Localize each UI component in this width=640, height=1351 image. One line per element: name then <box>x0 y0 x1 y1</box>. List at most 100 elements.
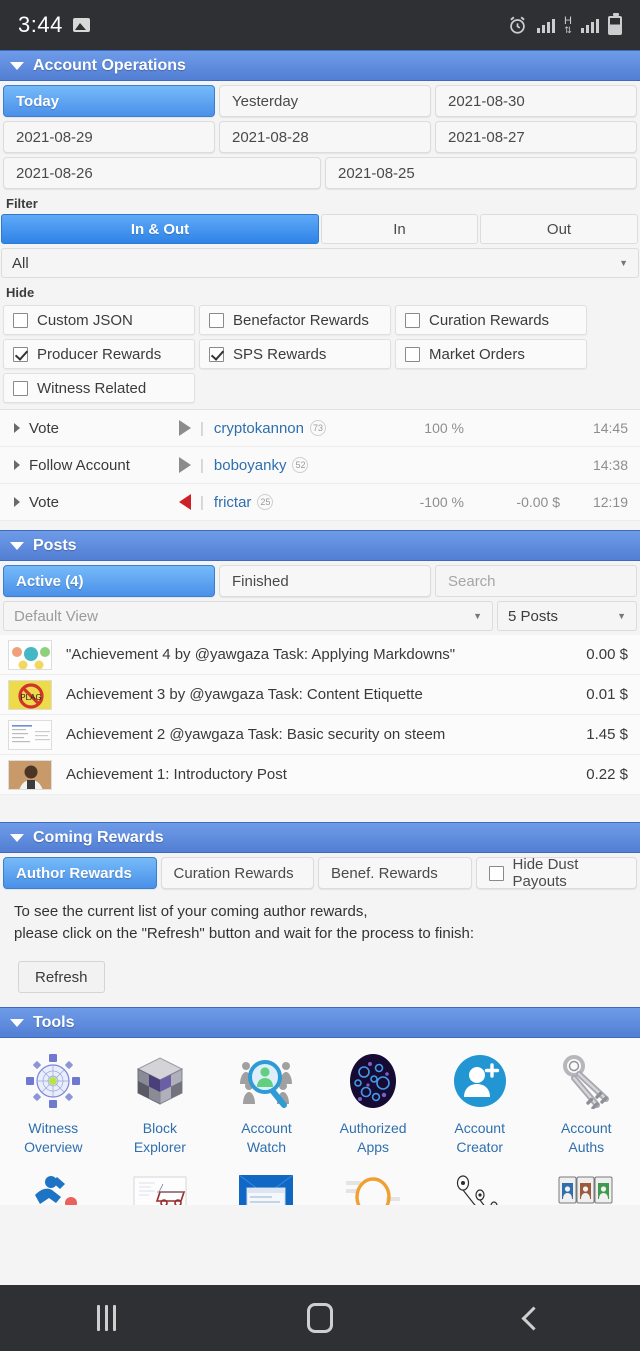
tab-author-rewards[interactable]: Author Rewards <box>3 857 157 889</box>
tools-grid: Witness Overview Block Explorer Account … <box>0 1038 640 1161</box>
table-row[interactable]: Follow Account | boboyanky 52 14:38 <box>0 447 640 484</box>
recents-icon <box>97 1305 117 1331</box>
checkbox-icon[interactable] <box>13 380 28 396</box>
posts-header[interactable]: Posts <box>0 530 640 561</box>
filter-in-and-out[interactable]: In & Out <box>1 214 319 244</box>
operations-list: Vote | cryptokannon 73 100 % 14:45 Follo… <box>0 409 640 521</box>
date-tabs-row-2: 2021-08-29 2021-08-28 2021-08-27 <box>0 117 640 153</box>
tab-curation-rewards[interactable]: Curation Rewards <box>160 857 315 889</box>
list-item[interactable]: Achievement 1: Introductory Post 0.22 $ <box>0 755 640 795</box>
tools-grid-row-2 <box>0 1161 640 1205</box>
table-row[interactable]: Vote | cryptokannon 73 100 % 14:45 <box>0 410 640 447</box>
chevron-down-icon <box>10 61 24 70</box>
filter-type-value: All <box>12 254 29 272</box>
filter-type-select[interactable]: All ▼ <box>1 248 639 278</box>
tool-cards[interactable] <box>533 1161 640 1205</box>
tool-witness-overview[interactable]: Witness Overview <box>0 1050 107 1157</box>
search-input[interactable]: Search <box>435 565 637 597</box>
home-button[interactable] <box>213 1303 426 1333</box>
hide-option-custom-json[interactable]: Custom JSON <box>3 305 195 335</box>
hide-option-curation-rewards[interactable]: Curation Rewards <box>395 305 587 335</box>
post-count-select[interactable]: 5 Posts ▼ <box>497 601 637 631</box>
document-thumb <box>8 719 52 750</box>
tool-label: Account Watch <box>241 1120 292 1155</box>
account-link[interactable]: boboyanky <box>214 457 287 474</box>
chevron-down-icon <box>10 1018 24 1027</box>
date-tab-today[interactable]: Today <box>3 85 215 117</box>
date-tab-2021-08-29[interactable]: 2021-08-29 <box>3 121 215 153</box>
list-item[interactable]: "Achievement 4 by @yawgaza Task: Applyin… <box>0 635 640 675</box>
tab-finished-posts[interactable]: Finished <box>219 565 431 597</box>
svg-text:PLAG: PLAG <box>20 693 41 702</box>
date-tab-2021-08-28[interactable]: 2021-08-28 <box>219 121 431 153</box>
hide-option-witness-related[interactable]: Witness Related <box>3 373 195 403</box>
checkbox-icon[interactable] <box>209 312 224 328</box>
checkbox-icon[interactable] <box>209 346 224 362</box>
date-tab-2021-08-30[interactable]: 2021-08-30 <box>435 85 637 117</box>
hide-option-producer-rewards[interactable]: Producer Rewards <box>3 339 195 369</box>
back-button[interactable] <box>427 1305 640 1331</box>
tool-orange-circle[interactable] <box>320 1161 427 1205</box>
coming-rewards-header[interactable]: Coming Rewards <box>0 822 640 853</box>
date-tab-2021-08-25[interactable]: 2021-08-25 <box>325 157 637 189</box>
filter-out[interactable]: Out <box>480 214 638 244</box>
post-value: 1.45 $ <box>586 726 628 743</box>
account-operations-header[interactable]: Account Operations <box>0 50 640 81</box>
tool-authorized-apps[interactable]: Authorized Apps <box>320 1050 427 1157</box>
account-link[interactable]: frictar <box>214 494 252 511</box>
date-tab-yesterday[interactable]: Yesterday <box>219 85 431 117</box>
post-title: Achievement 1: Introductory Post <box>66 766 287 783</box>
tools-header[interactable]: Tools <box>0 1007 640 1038</box>
post-view-select[interactable]: Default View ▼ <box>3 601 493 631</box>
list-item[interactable]: PLAG Achievement 3 by @yawgaza Task: Con… <box>0 675 640 715</box>
expand-icon[interactable] <box>14 423 20 433</box>
expand-icon[interactable] <box>14 497 20 507</box>
checkbox-icon[interactable] <box>488 865 504 881</box>
pin-map-icon <box>453 1175 507 1205</box>
refresh-button[interactable]: Refresh <box>18 961 105 993</box>
hide-option-label: Witness Related <box>37 379 147 397</box>
list-item[interactable]: Achievement 2 @yawgaza Task: Basic secur… <box>0 715 640 755</box>
checkbox-icon[interactable] <box>405 312 420 328</box>
checkbox-icon[interactable] <box>405 346 420 362</box>
filter-segment-group: In & Out In Out <box>0 214 640 244</box>
post-view-value: Default View <box>14 607 98 625</box>
table-row[interactable]: Vote | frictar 25 -100 % -0.00 $ 12:19 <box>0 484 640 521</box>
alarm-icon <box>510 16 525 34</box>
reputation-badge: 52 <box>292 457 309 473</box>
expand-icon[interactable] <box>14 460 20 470</box>
panel-title: Coming Rewards <box>33 828 164 846</box>
tool-blueprint[interactable] <box>107 1161 214 1205</box>
hide-option-sps-rewards[interactable]: SPS Rewards <box>199 339 391 369</box>
date-tab-2021-08-27[interactable]: 2021-08-27 <box>435 121 637 153</box>
runner-icon <box>27 1175 79 1205</box>
checkbox-icon[interactable] <box>13 346 28 362</box>
account-link[interactable]: cryptokannon <box>214 420 304 437</box>
panel-title: Tools <box>33 1013 75 1031</box>
hide-option-market-orders[interactable]: Market Orders <box>395 339 587 369</box>
recents-button[interactable] <box>0 1305 213 1331</box>
hide-option-benefactor-rewards[interactable]: Benefactor Rewards <box>199 305 391 335</box>
window-screen-icon <box>239 1174 294 1205</box>
clock: 3:44 <box>18 12 63 37</box>
tool-account-creator[interactable]: Account Creator <box>426 1050 533 1157</box>
checkbox-icon[interactable] <box>13 312 28 328</box>
tool-runner[interactable] <box>0 1161 107 1205</box>
hide-options-grid: Custom JSON Benefactor Rewards Curation … <box>0 303 640 409</box>
witness-network-icon <box>22 1050 84 1112</box>
blueprint-icon <box>133 1175 187 1205</box>
tab-benefactor-rewards[interactable]: Benef. Rewards <box>318 857 472 889</box>
post-title: Achievement 3 by @yawgaza Task: Content … <box>66 686 423 703</box>
tool-window-screen[interactable] <box>213 1161 320 1205</box>
info-line-1: To see the current list of your coming a… <box>14 903 368 920</box>
tab-active-posts[interactable]: Active (4) <box>3 565 215 597</box>
tool-block-explorer[interactable]: Block Explorer <box>107 1050 214 1157</box>
tool-account-watch[interactable]: Account Watch <box>213 1050 320 1157</box>
tool-pin-map[interactable] <box>426 1161 533 1205</box>
tool-account-auths[interactable]: Account Auths <box>533 1050 640 1157</box>
panel-title: Posts <box>33 536 77 554</box>
date-tab-2021-08-26[interactable]: 2021-08-26 <box>3 157 321 189</box>
tool-label: Block Explorer <box>133 1120 186 1155</box>
filter-in[interactable]: In <box>321 214 478 244</box>
hide-dust-payouts-option[interactable]: Hide Dust Payouts <box>475 856 637 890</box>
